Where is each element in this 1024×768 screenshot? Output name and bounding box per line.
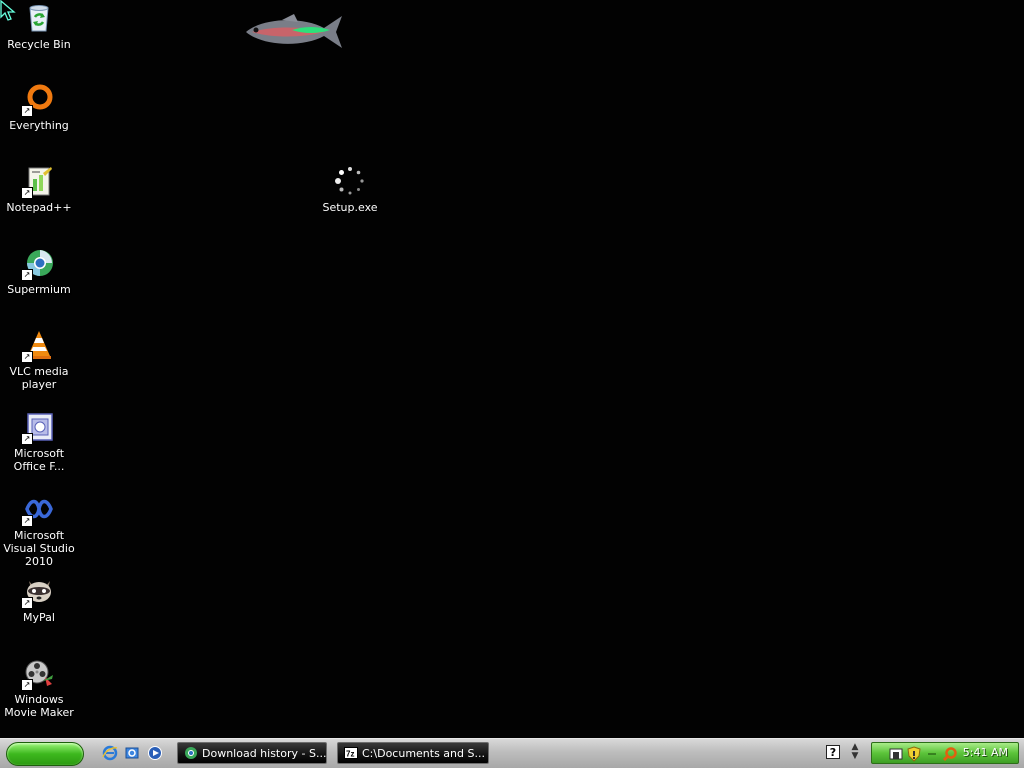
- shortcut-arrow-icon: ↗: [21, 515, 33, 527]
- shortcut-arrow-icon: ↗: [21, 597, 33, 609]
- taskbar-button-explorer-documents[interactable]: 7z C:\Documents and S...: [337, 742, 489, 764]
- supermium-icon: ↗: [21, 247, 55, 281]
- system-tray: 5:41 AM: [871, 742, 1019, 764]
- desktop-icon-recycle-bin[interactable]: Recycle Bin: [0, 2, 78, 51]
- desktop-icon-notepad-plus-plus[interactable]: ↗ Notepad++: [0, 165, 78, 214]
- desktop-icon-label: Setup.exe: [322, 201, 378, 214]
- desktop-icon-label: Windows Movie Maker: [4, 693, 74, 719]
- taskbar-button-label: Download history - S...: [202, 747, 327, 760]
- notepad-plus-plus-icon: ↗: [21, 165, 55, 199]
- visual-studio-icon: ↗: [21, 493, 55, 527]
- svg-text:7z: 7z: [346, 750, 354, 759]
- search-icon[interactable]: [942, 746, 958, 762]
- desktop-icon-label: Microsoft Office F...: [13, 447, 65, 473]
- network-icon[interactable]: [888, 746, 904, 762]
- desktop-icon-mypal[interactable]: ↗ MyPal: [0, 575, 78, 624]
- separator-icon: [928, 753, 936, 755]
- recycle-bin-icon: [23, 2, 55, 34]
- taskbar-button-label: C:\Documents and S...: [362, 747, 485, 760]
- desktop-icon-supermium[interactable]: ↗ Supermium: [0, 247, 78, 296]
- outlook-express-icon[interactable]: [124, 745, 140, 761]
- mypal-raccoon-icon: ↗: [21, 575, 55, 609]
- desktop-icon-setup-exe[interactable]: Setup.exe: [311, 165, 389, 214]
- desktop-icon-label: VLC media player: [9, 365, 69, 391]
- shortcut-arrow-icon: ↗: [21, 433, 33, 445]
- desktop-icon-label: Recycle Bin: [7, 38, 71, 51]
- media-player-icon[interactable]: [147, 745, 163, 761]
- taskbar-button-download-history[interactable]: Download history - S...: [177, 742, 327, 764]
- 7zip-icon: 7z: [344, 747, 358, 759]
- desktop[interactable]: Recycle Bin ↗ Everything ↗ Notepad++ ↗ S…: [0, 0, 1024, 738]
- movie-maker-icon: ↗: [21, 657, 55, 691]
- shortcut-arrow-icon: ↗: [21, 679, 33, 691]
- fish-icon: [246, 14, 342, 48]
- supermium-icon: [185, 747, 197, 759]
- everything-icon: ↗: [21, 83, 55, 117]
- chevron-expand-icon[interactable]: ▲ ▼: [849, 743, 861, 763]
- desktop-icon-label: Microsoft Visual Studio 2010: [3, 529, 75, 568]
- office-icon: ↗: [21, 411, 55, 445]
- shortcut-arrow-icon: ↗: [21, 187, 33, 199]
- desktop-icon-microsoft-office[interactable]: ↗ Microsoft Office F...: [0, 411, 78, 473]
- internet-explorer-icon[interactable]: [102, 745, 118, 761]
- desktop-icon-windows-movie-maker[interactable]: ↗ Windows Movie Maker: [0, 657, 78, 719]
- desktop-icon-label: Supermium: [7, 283, 71, 296]
- shortcut-arrow-icon: ↗: [21, 105, 33, 117]
- clock[interactable]: 5:41 AM: [963, 743, 1008, 763]
- loading-spinner-icon: [334, 165, 366, 197]
- desktop-icon-everything[interactable]: ↗ Everything: [0, 83, 78, 132]
- security-shield-icon[interactable]: [906, 746, 922, 762]
- desktop-icon-label: Everything: [9, 119, 69, 132]
- desktop-icon-vlc-media-player[interactable]: ↗ VLC media player: [0, 329, 78, 391]
- vlc-cone-icon: ↗: [21, 329, 55, 363]
- shortcut-arrow-icon: ↗: [21, 351, 33, 363]
- help-icon[interactable]: ?: [826, 745, 840, 759]
- taskbar: Download history - S... 7z C:\Documents …: [0, 738, 1024, 768]
- desktop-icon-label: Notepad++: [6, 201, 72, 214]
- shortcut-arrow-icon: ↗: [21, 269, 33, 281]
- start-button[interactable]: [6, 742, 84, 766]
- desktop-icon-label: MyPal: [23, 611, 55, 624]
- desktop-icon-visual-studio[interactable]: ↗ Microsoft Visual Studio 2010: [0, 493, 78, 568]
